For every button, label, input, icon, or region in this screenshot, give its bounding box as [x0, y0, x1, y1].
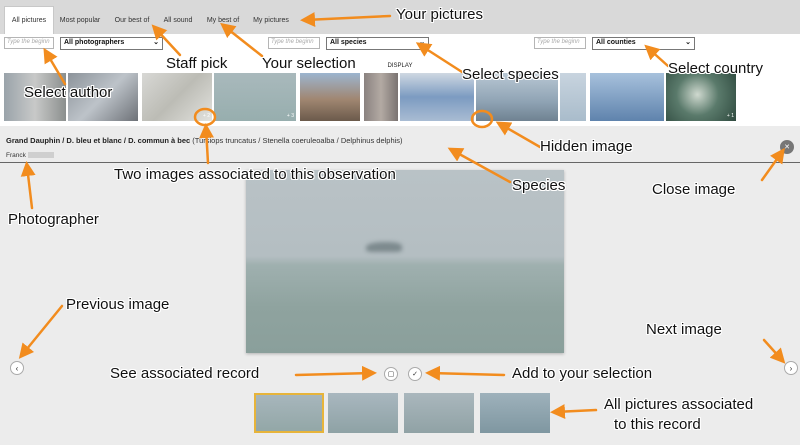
annotation-all-pictures-line2: to this record — [614, 416, 701, 433]
annotation-select-country: Select country — [668, 60, 764, 77]
annotation-two-images: Two images associated to this observatio… — [114, 166, 396, 183]
annotation-previous-image: Previous image — [66, 296, 170, 313]
annotation-select-author: Select author — [24, 84, 113, 101]
annotation-all-pictures-line1: All pictures associated — [604, 396, 754, 413]
annotation-add-selection: Add to your selection — [512, 365, 653, 382]
annotation-your-selection: Your selection — [262, 55, 356, 72]
annotation-close-image: Close image — [652, 181, 736, 198]
annotation-species: Species — [512, 177, 566, 194]
annotation-select-species: Select species — [462, 66, 559, 83]
annotation-staff-pick: Staff pick — [166, 55, 228, 72]
annotation-see-record: See associated record — [110, 365, 260, 382]
annotation-your-pictures: Your pictures — [396, 6, 483, 23]
annotation-next-image: Next image — [646, 321, 722, 338]
annotation-photographer: Photographer — [8, 211, 99, 228]
annotation-hidden-image: Hidden image — [540, 138, 633, 155]
